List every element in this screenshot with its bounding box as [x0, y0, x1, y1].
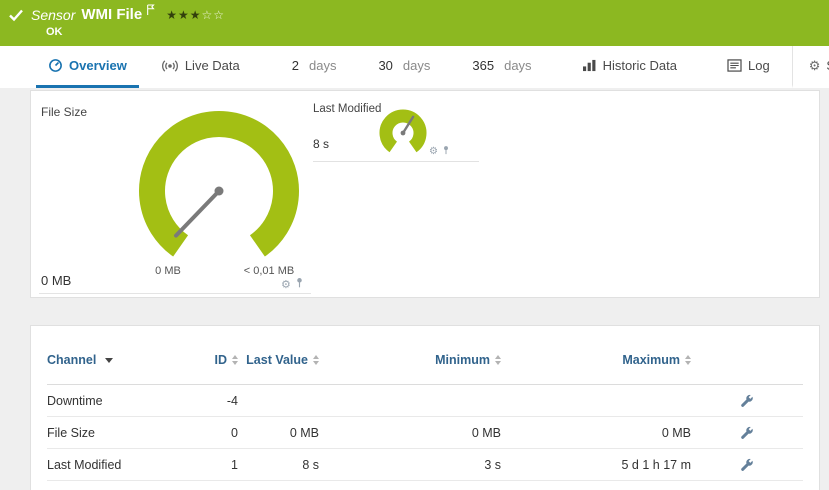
maximum-header-label: Maximum — [622, 353, 680, 367]
tab-30-days-number: 30 — [378, 58, 392, 73]
tab-365-days[interactable]: 365 days — [460, 46, 543, 88]
file-size-gauge-chart — [109, 99, 329, 263]
table-row: File Size 0 0 MB 0 MB 0 MB — [47, 417, 803, 449]
channel-id: 0 — [197, 426, 238, 440]
sort-icon — [685, 355, 691, 365]
priority-stars[interactable]: ★★★☆☆ — [166, 9, 225, 21]
last-modified-gauge-actions: ⚙ — [429, 145, 449, 158]
gear-icon[interactable]: ⚙ — [429, 146, 438, 157]
channel-id: 1 — [197, 458, 238, 472]
table-row: Last Modified 1 8 s 3 s 5 d 1 h 17 m — [47, 449, 803, 481]
tab-2-days-number: 2 — [292, 58, 299, 73]
tab-365-days-unit: days — [504, 58, 531, 73]
pin-icon[interactable] — [296, 277, 303, 291]
ok-check-icon — [8, 7, 24, 23]
tab-overview-label: Overview — [69, 58, 127, 73]
id-column-header[interactable]: ID — [197, 353, 238, 367]
tab-historic-data[interactable]: Historic Data — [570, 46, 689, 88]
sensor-page: Sensor WMI File ★★★☆☆ OK Overview Live D… — [0, 0, 829, 490]
tab-historic-data-label: Historic Data — [603, 58, 677, 73]
file-size-gauge-max: < 0,01 MB — [221, 265, 317, 277]
file-size-gauge-title: File Size — [41, 105, 87, 119]
star-filled-icons[interactable]: ★★★ — [166, 8, 201, 22]
log-icon — [727, 59, 742, 72]
gauge-divider — [39, 293, 311, 294]
tab-30-days-unit: days — [403, 58, 430, 73]
tab-log[interactable]: Log — [715, 46, 782, 88]
sensor-header: Sensor WMI File ★★★☆☆ OK — [0, 0, 829, 46]
last-value-header-label: Last Value — [246, 353, 308, 367]
wrench-icon[interactable] — [740, 458, 754, 472]
channel-name: Downtime — [47, 394, 197, 408]
channel-column-header[interactable]: Channel — [47, 353, 197, 367]
minimum-header-label: Minimum — [435, 353, 490, 367]
last-modified-gauge-value: 8 s — [313, 137, 329, 151]
channel-maximum: 0 MB — [501, 426, 691, 440]
historic-data-icon — [582, 59, 597, 72]
gauges-panel: File Size 0 MB < 0,01 MB 0 MB ⚙ Last — [30, 90, 820, 298]
channel-last-value: 0 MB — [238, 426, 319, 440]
id-header-label: ID — [215, 353, 228, 367]
pin-icon[interactable] — [443, 145, 449, 158]
overview-icon — [48, 58, 63, 73]
file-size-gauge-value: 0 MB — [41, 273, 71, 288]
status-badge: OK — [46, 26, 819, 38]
live-data-icon — [161, 59, 179, 73]
last-modified-gauge-chart — [371, 109, 435, 159]
star-empty-icons[interactable]: ☆☆ — [201, 8, 225, 22]
last-modified-gauge-block: Last Modified 8 s ⚙ — [313, 103, 479, 162]
content-area: File Size 0 MB < 0,01 MB 0 MB ⚙ Last — [0, 88, 829, 490]
tab-live-data[interactable]: Live Data — [149, 46, 252, 88]
chevron-down-icon — [105, 358, 113, 363]
table-row: Downtime -4 — [47, 385, 803, 417]
file-size-gauge: 0 MB < 0,01 MB — [109, 99, 329, 295]
tab-live-data-label: Live Data — [185, 58, 240, 73]
wrench-icon[interactable] — [740, 426, 754, 440]
flag-icon[interactable] — [146, 3, 156, 21]
tab-bar: Overview Live Data 2 days 30 days 365 da… — [0, 46, 829, 88]
file-size-gauge-actions: ⚙ — [281, 277, 303, 291]
sensor-kind-label: Sensor — [31, 7, 75, 23]
gear-icon: ⚙ — [809, 59, 821, 72]
channel-name: File Size — [47, 426, 197, 440]
gear-icon[interactable]: ⚙ — [281, 278, 291, 291]
sensor-name: WMI File — [81, 6, 142, 23]
channel-header-label: Channel — [47, 353, 96, 367]
tab-365-days-number: 365 — [472, 58, 494, 73]
tab-30-days[interactable]: 30 days — [366, 46, 442, 88]
tab-2-days[interactable]: 2 days — [280, 46, 349, 88]
minimum-column-header[interactable]: Minimum — [319, 353, 501, 367]
channel-minimum: 3 s — [319, 458, 501, 472]
last-value-column-header[interactable]: Last Value — [238, 353, 319, 367]
channel-name: Last Modified — [47, 458, 197, 472]
tab-log-label: Log — [748, 58, 770, 73]
tab-settings[interactable]: ⚙ Settings — [792, 46, 829, 88]
channel-table-header: Channel ID Last Value Minimum Maximum — [47, 336, 803, 385]
last-modified-gauge — [371, 109, 435, 164]
maximum-column-header[interactable]: Maximum — [501, 353, 691, 367]
tab-2-days-unit: days — [309, 58, 336, 73]
channel-minimum: 0 MB — [319, 426, 501, 440]
tab-overview[interactable]: Overview — [36, 46, 139, 88]
file-size-gauge-min: 0 MB — [133, 265, 203, 277]
channel-last-value: 8 s — [238, 458, 319, 472]
channel-table-panel: Channel ID Last Value Minimum Maximum — [30, 325, 820, 490]
channel-id: -4 — [197, 394, 238, 408]
wrench-icon[interactable] — [740, 394, 754, 408]
channel-maximum: 5 d 1 h 17 m — [501, 458, 691, 472]
